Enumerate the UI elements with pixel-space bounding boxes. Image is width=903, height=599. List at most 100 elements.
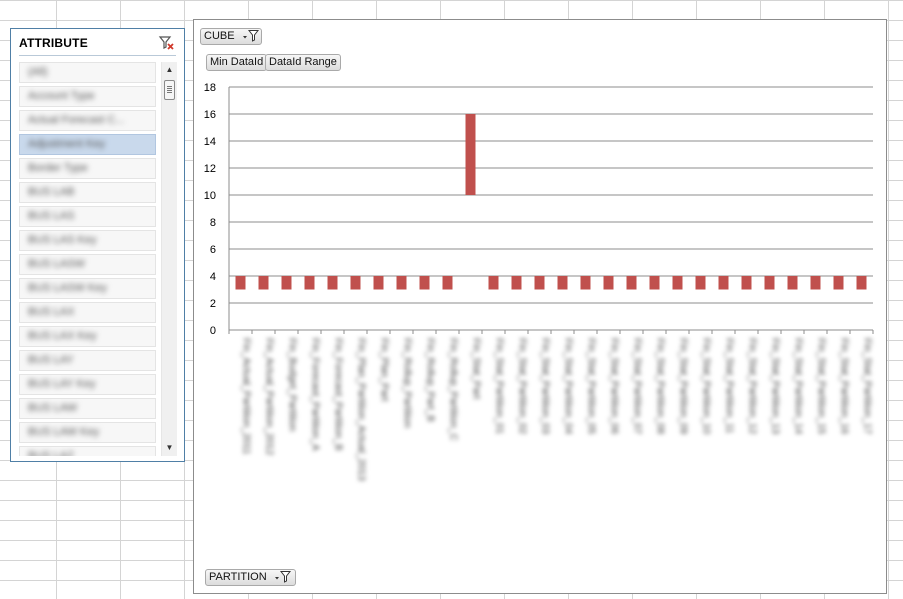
- slicer-item[interactable]: (All): [19, 62, 156, 83]
- slicer-item[interactable]: BUS LAS Key: [19, 230, 156, 251]
- bar-min-dataid[interactable]: [328, 290, 338, 331]
- bar-min-dataid[interactable]: [604, 290, 614, 331]
- slicer-item[interactable]: Account Type: [19, 86, 156, 107]
- bar-min-dataid[interactable]: [581, 290, 591, 331]
- slicer-item[interactable]: BUS LASW Key: [19, 278, 156, 299]
- bar-dataid-range[interactable]: [304, 276, 315, 290]
- y-tick-label: 18: [204, 82, 216, 94]
- slicer-item[interactable]: BUS LAB: [19, 182, 156, 203]
- slicer-item[interactable]: BUS LAS: [19, 206, 156, 227]
- bar-dataid-range[interactable]: [281, 276, 292, 290]
- x-category-label: Fin_Stat_Partition_15: [816, 338, 827, 435]
- bar-min-dataid[interactable]: [466, 195, 476, 330]
- bar-dataid-range[interactable]: [649, 276, 660, 290]
- slicer-item-label: BUS LASW Key: [28, 282, 107, 294]
- bar-dataid-range[interactable]: [833, 276, 844, 290]
- bar-min-dataid[interactable]: [351, 290, 361, 331]
- slicer-scrollbar[interactable]: ▲ ▼: [161, 62, 177, 456]
- x-category-label: Fin_Stat_Partition_05: [586, 338, 597, 435]
- slicer-item-label: Actual Forecast C...: [28, 114, 125, 126]
- bar-min-dataid[interactable]: [259, 290, 269, 331]
- bar-dataid-range[interactable]: [856, 276, 867, 290]
- slicer-item[interactable]: BUS LAX Key: [19, 326, 156, 347]
- slicer-item[interactable]: BUS LASW: [19, 254, 156, 275]
- bar-min-dataid[interactable]: [443, 290, 453, 331]
- bar-dataid-range[interactable]: [695, 276, 706, 290]
- bar-dataid-range[interactable]: [350, 276, 361, 290]
- slicer-item-label: Account Type: [28, 90, 95, 102]
- bar-dataid-range[interactable]: [442, 276, 453, 290]
- bar-min-dataid[interactable]: [742, 290, 752, 331]
- bar-dataid-range[interactable]: [718, 276, 729, 290]
- bar-min-dataid[interactable]: [420, 290, 430, 331]
- slicer-item-label: BUS LAW Key: [28, 426, 100, 438]
- bar-min-dataid[interactable]: [374, 290, 384, 331]
- pivot-chart[interactable]: CUBE Min DataId DataId Range 0 2 4 6 8 10 12 14…: [193, 19, 887, 594]
- slicer-item-label: (All): [28, 66, 48, 78]
- bar-min-dataid[interactable]: [788, 290, 798, 331]
- bar-min-dataid[interactable]: [305, 290, 315, 331]
- bar-min-dataid[interactable]: [627, 290, 637, 331]
- slicer-item[interactable]: BUS LAZ: [19, 446, 156, 456]
- bar-min-dataid[interactable]: [719, 290, 729, 331]
- bar-min-dataid[interactable]: [236, 290, 246, 331]
- clear-filter-icon[interactable]: [158, 35, 176, 51]
- bar-dataid-range[interactable]: [810, 276, 821, 290]
- slicer-item[interactable]: BUS LAX: [19, 302, 156, 323]
- bar-dataid-range[interactable]: [580, 276, 591, 290]
- slicer-item[interactable]: BUS LAW Key: [19, 422, 156, 443]
- scroll-thumb[interactable]: [164, 80, 175, 100]
- bar-dataid-range[interactable]: [764, 276, 775, 290]
- x-category-label: Fin_Actual_Partition_2011: [241, 338, 252, 455]
- bar-dataid-range[interactable]: [396, 276, 407, 290]
- x-category-label: Fin_Stat_Partition_06: [609, 338, 620, 435]
- bar-dataid-range[interactable]: [488, 276, 499, 290]
- bar-min-dataid[interactable]: [696, 290, 706, 331]
- bar-min-dataid[interactable]: [282, 290, 292, 331]
- bar-dataid-range[interactable]: [258, 276, 269, 290]
- bar-dataid-range[interactable]: [534, 276, 545, 290]
- y-tick-label: 8: [210, 217, 216, 229]
- filter-dropdown-icon: [274, 570, 292, 588]
- slicer-item[interactable]: Border Type: [19, 158, 156, 179]
- slicer-item[interactable]: BUS LAY Key: [19, 374, 156, 395]
- bar-min-dataid[interactable]: [512, 290, 522, 331]
- y-tick-label: 0: [210, 325, 216, 337]
- scroll-down-arrow-icon[interactable]: ▼: [162, 440, 177, 456]
- slicer-item-label: BUS LASW: [28, 258, 85, 270]
- bar-dataid-range[interactable]: [511, 276, 522, 290]
- y-tick-label: 10: [204, 190, 216, 202]
- bar-dataid-range[interactable]: [419, 276, 430, 290]
- bar-min-dataid[interactable]: [765, 290, 775, 331]
- bar-min-dataid[interactable]: [489, 290, 499, 331]
- bar-dataid-range[interactable]: [603, 276, 614, 290]
- bar-dataid-range[interactable]: [327, 276, 338, 290]
- chart-plot: 0 2 4 6 8 10 12 14 16 18 Fin_Actual_Partition_2011…: [204, 82, 874, 481]
- bar-dataid-range[interactable]: [741, 276, 752, 290]
- scroll-up-arrow-icon[interactable]: ▲: [162, 62, 177, 78]
- bar-min-dataid[interactable]: [397, 290, 407, 331]
- bar-min-dataid[interactable]: [558, 290, 568, 331]
- slicer-item[interactable]: Adjustment Key: [19, 134, 156, 155]
- bar-min-dataid[interactable]: [834, 290, 844, 331]
- slicer-item[interactable]: Actual Forecast C...: [19, 110, 156, 131]
- bar-dataid-range[interactable]: [787, 276, 798, 290]
- bar-dataid-range[interactable]: [626, 276, 637, 290]
- bar-min-dataid[interactable]: [857, 290, 867, 331]
- bar-min-dataid[interactable]: [650, 290, 660, 331]
- bar-dataid-range[interactable]: [672, 276, 683, 290]
- bar-dataid-range[interactable]: [465, 114, 476, 195]
- slicer-item[interactable]: BUS LAW: [19, 398, 156, 419]
- x-category-label: Fin_Plan_Part: [379, 338, 390, 402]
- bar-dataid-range[interactable]: [373, 276, 384, 290]
- slicer-item[interactable]: BUS LAY: [19, 350, 156, 371]
- bar-min-dataid[interactable]: [673, 290, 683, 331]
- attribute-slicer[interactable]: ATTRIBUTE (All) Account Type Actual Foreca…: [10, 28, 185, 462]
- bar-min-dataid[interactable]: [535, 290, 545, 331]
- bar-min-dataid[interactable]: [811, 290, 821, 331]
- x-category-label: Fin_Stat_Partition_04: [563, 338, 574, 435]
- x-category-label: Fin_Stat_Partition_17: [862, 338, 873, 435]
- bar-dataid-range[interactable]: [557, 276, 568, 290]
- partition-axis-button[interactable]: PARTITION: [205, 569, 296, 586]
- bar-dataid-range[interactable]: [235, 276, 246, 290]
